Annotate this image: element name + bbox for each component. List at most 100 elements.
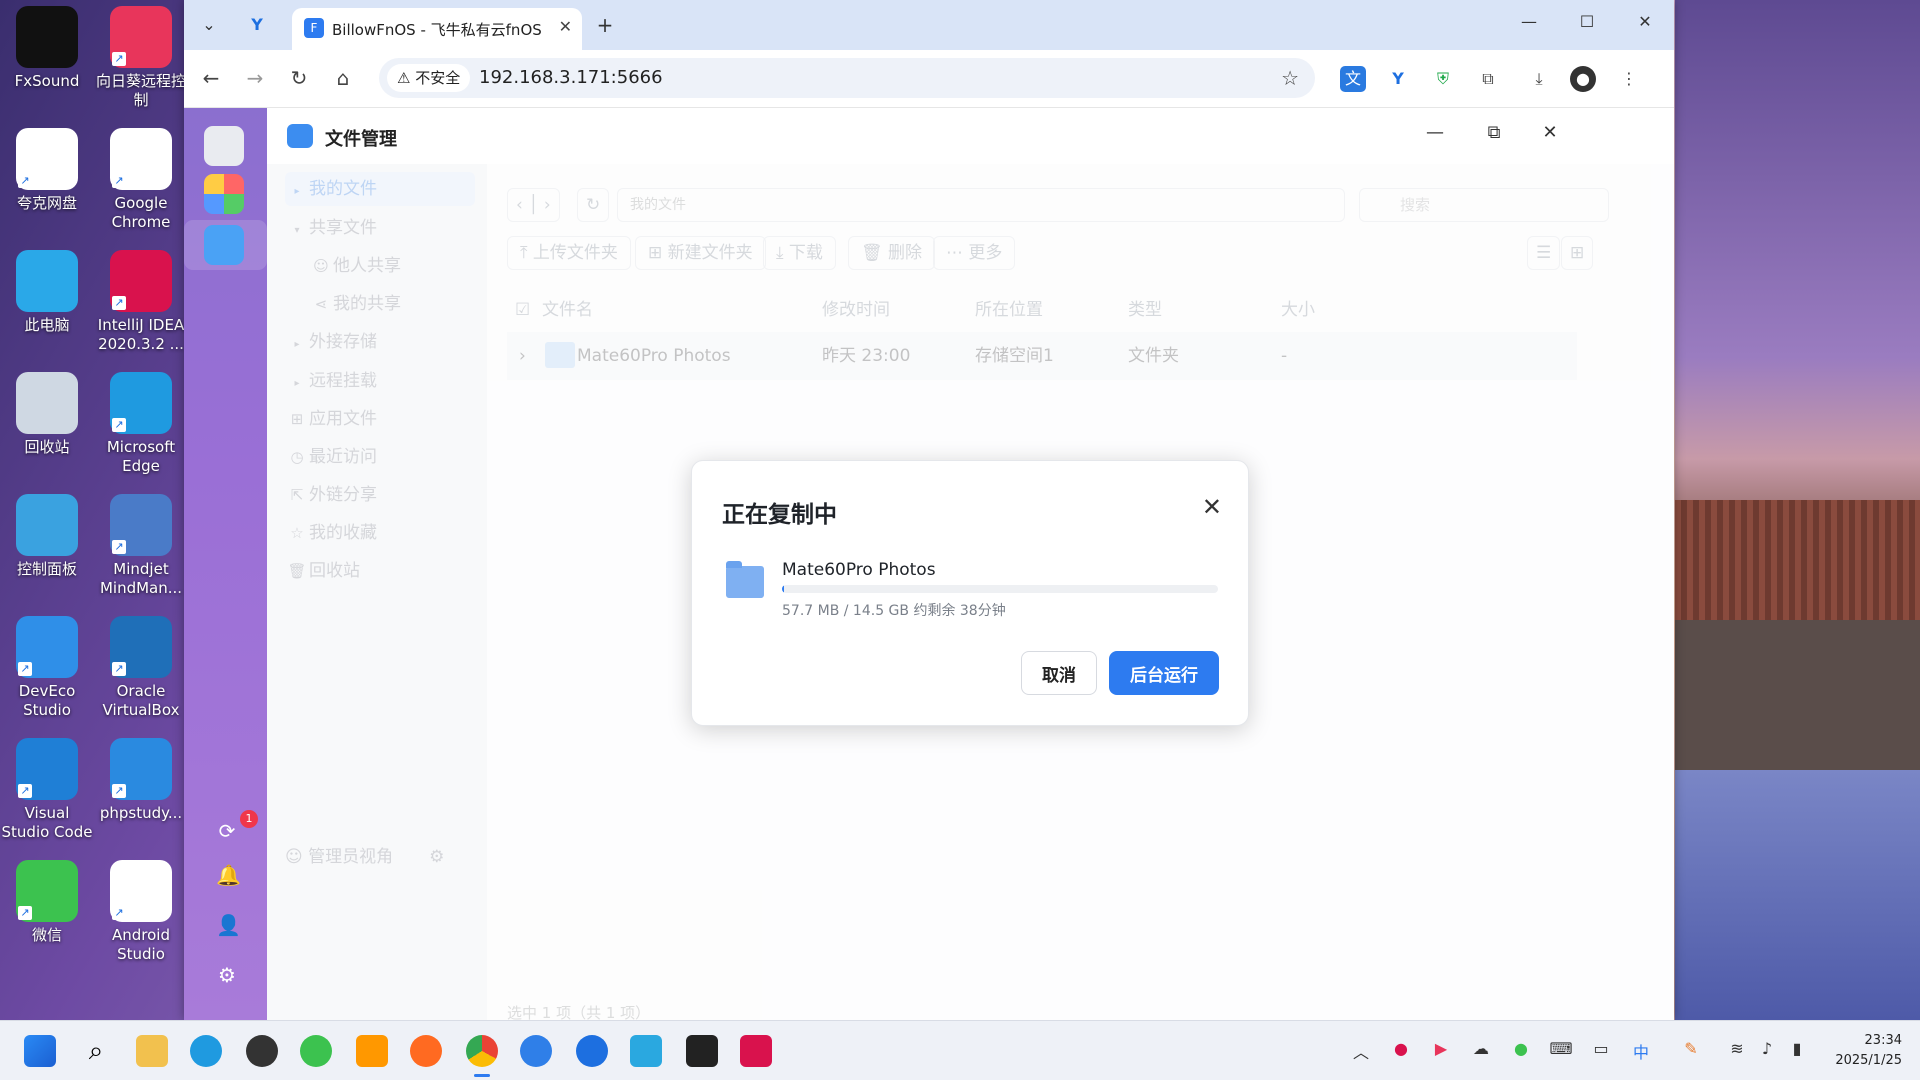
tab-search-button[interactable]: ⌄	[194, 10, 224, 40]
desktop-icon-label: FxSound	[14, 72, 80, 90]
file-manager-logo-icon	[287, 124, 313, 148]
edge-icon[interactable]	[190, 1035, 222, 1067]
desktop-icon[interactable]: ↗ Android Studio	[94, 860, 188, 964]
close-window-icon[interactable]: ✕	[1630, 12, 1660, 31]
desktop-icon[interactable]: ↗ phpstudy...	[94, 738, 188, 823]
clock-date: 2025/1/25	[1835, 1053, 1902, 1068]
desktop-icon[interactable]: ↗ Microsoft Edge	[94, 372, 188, 476]
desktop-icon[interactable]: ↗ 向日葵远程控制	[94, 6, 188, 110]
display-icon[interactable]: ▭	[1588, 1039, 1614, 1058]
app-icon: ↗	[110, 494, 172, 556]
desktop-icon[interactable]: 回收站	[0, 372, 94, 457]
copy-progress-dialog: 正在复制中 ✕ Mate60Pro Photos 57.7 MB / 14.5 …	[691, 460, 1249, 726]
minimize-icon[interactable]: —	[1514, 12, 1544, 31]
bell-icon[interactable]: 🔔	[216, 864, 241, 886]
app-icon	[16, 494, 78, 556]
new-tab-button[interactable]: +	[590, 10, 620, 40]
firefox-icon[interactable]	[410, 1035, 442, 1067]
tray-app-icon[interactable]: ●	[1388, 1039, 1414, 1058]
desktop-icon-label: 微信	[31, 926, 62, 944]
search-icon[interactable]: ⌕	[80, 1035, 112, 1067]
desktop-icon-label: 向日葵远程控制	[95, 72, 186, 109]
wifi-icon[interactable]: ≋	[1724, 1039, 1750, 1058]
browser-tab[interactable]: F BillowFnOS - 飞牛私有云fnOS ✕	[292, 8, 582, 50]
desktop-icon[interactable]: 控制面板	[0, 494, 94, 579]
not-secure-badge[interactable]: ⚠ 不安全	[387, 64, 471, 92]
app-center-icon[interactable]	[204, 174, 244, 214]
sunlogin-tray-icon[interactable]: ▶	[1428, 1039, 1454, 1058]
wallpaper-bridge	[1675, 620, 1920, 770]
keyboard-icon[interactable]: ⌨	[1548, 1039, 1574, 1058]
start-windows-icon[interactable]	[24, 1035, 56, 1067]
home-icon[interactable]: ⌂	[328, 66, 358, 90]
cancel-button[interactable]: 取消	[1021, 651, 1097, 695]
desktop-icon[interactable]: ↗ 微信	[0, 860, 94, 945]
app-icon	[16, 372, 78, 434]
omnibox[interactable]: ⚠ 不安全 192.168.3.171:5666 ☆	[379, 58, 1315, 98]
maximize-icon[interactable]: ☐	[1572, 12, 1602, 31]
user-icon[interactable]: 👤	[216, 914, 241, 936]
extension-y-icon[interactable]: Y	[1385, 66, 1411, 92]
shortcut-arrow-icon: ↗	[18, 906, 32, 920]
virtualbox-icon[interactable]	[630, 1035, 662, 1067]
app-restore-icon[interactable]: ⧉	[1479, 122, 1509, 143]
extensions-puzzle-icon[interactable]: ⧉	[1475, 66, 1501, 92]
settings-gear-icon[interactable]: ⚙	[216, 964, 238, 986]
terminal-icon[interactable]	[686, 1035, 718, 1067]
app-minimize-icon[interactable]: —	[1420, 122, 1450, 143]
chrome-icon[interactable]	[466, 1035, 498, 1077]
bookmark-star-icon[interactable]: ☆	[1281, 66, 1299, 90]
run-in-background-button[interactable]: 后台运行	[1109, 651, 1219, 695]
wechat-icon[interactable]	[300, 1035, 332, 1067]
ime-icon[interactable]: 中	[1628, 1039, 1654, 1063]
intellij-icon[interactable]	[740, 1035, 772, 1067]
desktop-icon[interactable]: ↗ Google Chrome	[94, 128, 188, 232]
weather-icon[interactable]	[520, 1035, 552, 1067]
shortcut-arrow-icon: ↗	[112, 418, 126, 432]
tab-title: BillowFnOS - 飞牛私有云fnOS	[332, 21, 542, 39]
dialog-title: 正在复制中	[722, 502, 837, 528]
desktop-app-icon[interactable]	[204, 126, 244, 166]
close-tab-icon[interactable]: ✕	[559, 17, 572, 36]
back-icon[interactable]: ←	[196, 66, 226, 90]
desktop-icon[interactable]: ↗ 夸克网盘	[0, 128, 94, 213]
not-secure-label: 不安全	[415, 69, 461, 87]
sync-icon[interactable]: ⟳	[216, 820, 238, 842]
clock[interactable]: 23:34 2025/1/25	[1835, 1031, 1902, 1071]
url-text[interactable]: 192.168.3.171:5666	[479, 67, 663, 88]
desktop-icon[interactable]: ↗ Oracle VirtualBox	[94, 616, 188, 720]
desktop-icon-label: DevEco Studio	[18, 682, 76, 719]
shield-extension-icon[interactable]: ⛨	[1430, 66, 1456, 92]
file-manager-icon[interactable]	[204, 225, 244, 265]
translate-extension-icon[interactable]: 文	[1340, 66, 1366, 92]
reload-icon[interactable]: ↻	[284, 66, 314, 90]
dialog-close-icon[interactable]: ✕	[1202, 493, 1222, 521]
download-icon[interactable]: ⤓	[1526, 66, 1552, 92]
desktop-icon[interactable]: FxSound	[0, 6, 94, 91]
tab-bar: ⌄ Y F BillowFnOS - 飞牛私有云fnOS ✕ + — ☐ ✕	[184, 0, 1674, 50]
desktop-icon[interactable]: ↗ Visual Studio Code	[0, 738, 94, 842]
desktop-icon[interactable]: ↗ DevEco Studio	[0, 616, 94, 720]
battery-icon[interactable]: ▮	[1784, 1039, 1810, 1058]
forward-icon[interactable]: →	[240, 66, 270, 90]
tray-overflow-icon[interactable]: ︿	[1348, 1039, 1374, 1063]
file-explorer-icon[interactable]	[136, 1035, 168, 1067]
extension-y-taskbar-icon[interactable]	[576, 1035, 608, 1067]
menu-kebab-icon[interactable]: ⋮	[1616, 66, 1642, 92]
app-icon: ↗	[16, 860, 78, 922]
volume-icon[interactable]: ♪	[1754, 1039, 1780, 1058]
desktop-icon[interactable]: ↗ IntelliJ IDEA 2020.3.2 ...	[94, 250, 188, 354]
wallpaper-roof	[1675, 500, 1920, 620]
desktop-icon[interactable]: 此电脑	[0, 250, 94, 335]
wechat-tray-icon[interactable]: ●	[1508, 1039, 1534, 1058]
shortcut-arrow-icon: ↗	[18, 662, 32, 676]
extension-logo-icon[interactable]: Y	[242, 10, 272, 40]
desktop-icon[interactable]: ↗ Mindjet MindMan...	[94, 494, 188, 598]
github-desktop-icon[interactable]	[246, 1035, 278, 1067]
sublime-icon[interactable]	[356, 1035, 388, 1067]
pinyin-icon[interactable]: ✎	[1678, 1039, 1704, 1058]
profile-avatar[interactable]: ●	[1570, 66, 1596, 92]
cloud-tray-icon[interactable]: ☁	[1468, 1039, 1494, 1058]
wallpaper-water	[1675, 770, 1920, 1020]
app-close-icon[interactable]: ✕	[1535, 122, 1565, 143]
